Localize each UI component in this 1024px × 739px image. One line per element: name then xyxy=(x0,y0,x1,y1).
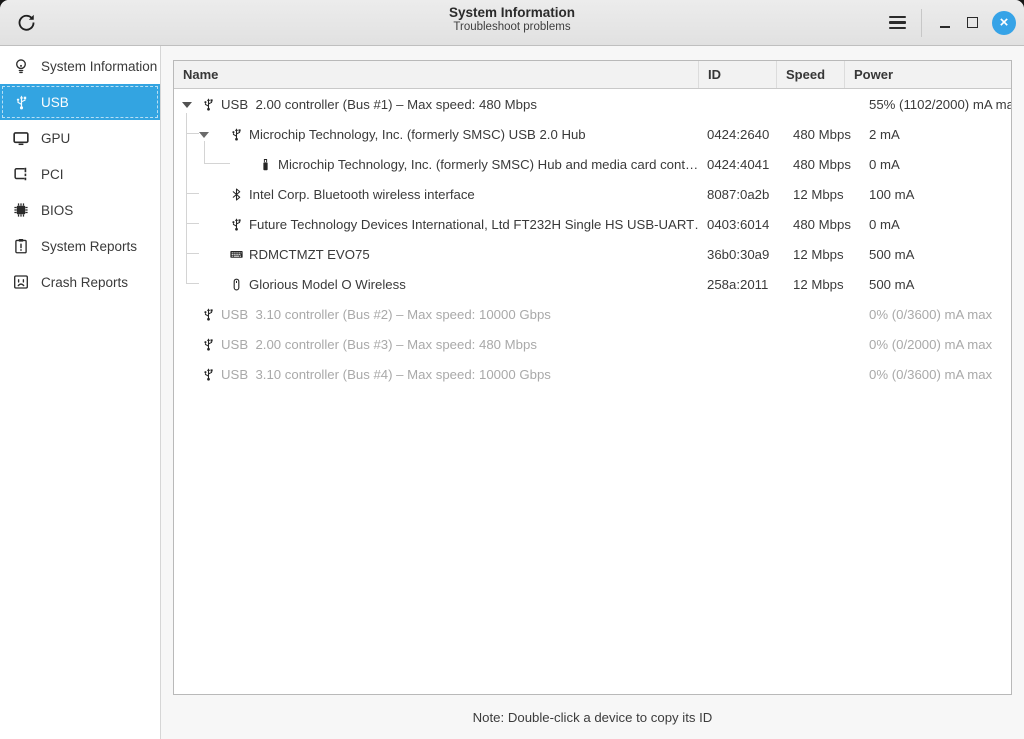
maximize-button[interactable] xyxy=(964,15,980,31)
app-window: System Information Troubleshoot problems… xyxy=(0,0,1024,739)
device-id: 0424:4041 xyxy=(707,156,770,172)
device-name: Microchip Technology, Inc. (formerly SMS… xyxy=(249,126,586,142)
table-row[interactable]: Future Technology Devices International,… xyxy=(174,209,1011,239)
device-power: 500 mA xyxy=(869,246,915,262)
device-name: RDMCTMZT EVO75 xyxy=(249,246,370,262)
table-row[interactable]: USB 2.00 controller (Bus #1) – Max speed… xyxy=(174,89,1011,119)
device-power: 0% (0/3600) mA max xyxy=(869,366,993,382)
device-name: Intel Corp. Bluetooth wireless interface xyxy=(249,186,475,202)
device-speed: 480 Mbps xyxy=(793,126,851,142)
sidebar-item-pci[interactable]: PCI xyxy=(0,156,160,192)
pci-card-icon xyxy=(12,165,30,183)
refresh-button[interactable] xyxy=(13,10,39,36)
device-power: 0% (0/3600) mA max xyxy=(869,306,993,322)
close-icon: × xyxy=(999,14,1009,31)
usb-icon xyxy=(12,93,30,111)
table-row[interactable]: RDMCTMZT EVO75 36b0:30a9 12 Mbps 500 mA xyxy=(174,239,1011,269)
device-id: 0424:2640 xyxy=(707,126,770,142)
usb-device-table: Name ID Speed Power USB 2.00 controller … xyxy=(173,60,1012,695)
usb-icon xyxy=(201,366,216,382)
device-name: USB 3.10 controller (Bus #2) – Max speed… xyxy=(221,306,551,322)
device-name: USB 2.00 controller (Bus #1) – Max speed… xyxy=(221,96,537,112)
device-speed: 12 Mbps xyxy=(793,186,844,202)
table-row[interactable]: USB 3.10 controller (Bus #2) – Max speed… xyxy=(174,299,1011,329)
titlebar-separator xyxy=(921,8,922,37)
sidebar-item-label: System Reports xyxy=(41,238,138,254)
menu-button[interactable] xyxy=(886,12,908,34)
sidebar-item-bios[interactable]: BIOS xyxy=(0,192,160,228)
sidebar-item-label: BIOS xyxy=(41,202,74,218)
close-button[interactable]: × xyxy=(992,10,1016,35)
usb-icon xyxy=(229,216,244,232)
flash-drive-icon xyxy=(258,156,273,172)
device-name: Future Technology Devices International,… xyxy=(249,216,699,232)
content-area: Name ID Speed Power USB 2.00 controller … xyxy=(161,46,1024,739)
keyboard-icon xyxy=(229,246,244,262)
expander-icon[interactable] xyxy=(197,130,211,138)
device-name: Microchip Technology, Inc. (formerly SMS… xyxy=(278,156,699,172)
usb-icon xyxy=(229,126,244,142)
table-row[interactable]: Microchip Technology, Inc. (formerly SMS… xyxy=(174,149,1011,179)
footer-note: Note: Double-click a device to copy its … xyxy=(472,709,713,725)
device-power: 0 mA xyxy=(869,156,900,172)
column-header-id[interactable]: ID xyxy=(699,61,777,88)
usb-icon xyxy=(201,336,216,352)
column-header-name[interactable]: Name xyxy=(174,61,699,88)
maximize-icon xyxy=(966,17,978,28)
menu-icon xyxy=(888,15,906,19)
sidebar-item-label: Crash Reports xyxy=(41,274,129,290)
device-power: 55% (1102/2000) mA max xyxy=(869,96,1011,112)
device-power: 0 mA xyxy=(869,216,900,232)
device-power: 0% (0/2000) mA max xyxy=(869,336,993,352)
device-power: 500 mA xyxy=(869,276,915,292)
table-row[interactable]: Intel Corp. Bluetooth wireless interface… xyxy=(174,179,1011,209)
device-speed: 480 Mbps xyxy=(793,156,851,172)
lightbulb-icon xyxy=(12,57,30,75)
refresh-icon xyxy=(16,12,37,33)
usb-icon xyxy=(201,96,216,112)
minimize-button[interactable] xyxy=(937,14,953,32)
column-header-speed[interactable]: Speed xyxy=(777,61,845,88)
sidebar-item-system-reports[interactable]: System Reports xyxy=(0,228,160,264)
mouse-icon xyxy=(229,276,244,292)
usb-icon xyxy=(201,306,216,322)
device-speed: 480 Mbps xyxy=(793,216,851,232)
sidebar-item-usb[interactable]: USB xyxy=(0,84,160,120)
device-power: 100 mA xyxy=(869,186,915,202)
table-row[interactable]: Glorious Model O Wireless 258a:2011 12 M… xyxy=(174,269,1011,299)
sidebar-item-system-information[interactable]: System Information xyxy=(0,48,160,84)
table-row[interactable]: USB 2.00 controller (Bus #3) – Max speed… xyxy=(174,329,1011,359)
monitor-icon xyxy=(12,129,30,147)
sidebar-item-label: USB xyxy=(41,94,69,110)
expander-icon[interactable] xyxy=(180,100,194,108)
table-row[interactable]: USB 3.10 controller (Bus #4) – Max speed… xyxy=(174,359,1011,389)
sidebar-item-label: System Information xyxy=(41,58,158,74)
titlebar: System Information Troubleshoot problems… xyxy=(0,0,1024,46)
device-name: USB 2.00 controller (Bus #3) – Max speed… xyxy=(221,336,537,352)
clipboard-icon xyxy=(12,237,30,255)
sidebar-item-label: GPU xyxy=(41,130,71,146)
sidebar-item-label: PCI xyxy=(41,166,64,182)
chip-icon xyxy=(12,201,30,219)
sidebar: System Information USB GPU PCI BIOS Syst… xyxy=(0,46,161,739)
device-name: Glorious Model O Wireless xyxy=(249,276,406,292)
sidebar-item-crash-reports[interactable]: Crash Reports xyxy=(0,264,160,300)
table-header: Name ID Speed Power xyxy=(174,61,1011,89)
window-title: System Information xyxy=(448,5,576,20)
device-id: 36b0:30a9 xyxy=(707,246,770,262)
device-id: 0403:6014 xyxy=(707,216,770,232)
window-subtitle: Troubleshoot problems xyxy=(453,21,571,33)
minimize-icon xyxy=(940,25,950,28)
column-header-power[interactable]: Power xyxy=(845,61,1011,88)
device-speed: 12 Mbps xyxy=(793,276,844,292)
device-id: 8087:0a2b xyxy=(707,186,770,202)
table-row[interactable]: Microchip Technology, Inc. (formerly SMS… xyxy=(174,119,1011,149)
device-name: USB 3.10 controller (Bus #4) – Max speed… xyxy=(221,366,551,382)
device-speed: 12 Mbps xyxy=(793,246,844,262)
sidebar-item-gpu[interactable]: GPU xyxy=(0,120,160,156)
bluetooth-icon xyxy=(229,186,244,202)
device-power: 2 mA xyxy=(869,126,900,142)
sad-face-icon xyxy=(12,273,30,291)
device-id: 258a:2011 xyxy=(707,276,769,292)
